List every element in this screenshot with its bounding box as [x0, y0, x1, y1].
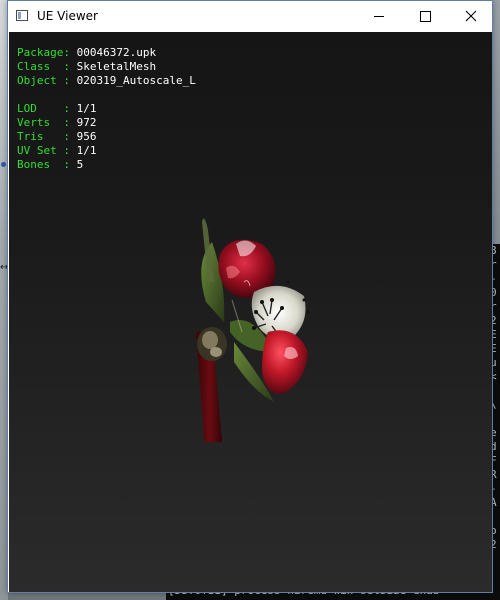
- bones-row: Bones : 5: [17, 158, 196, 172]
- mesh-info-panel: Package: 00046372.upk Class : SkeletalMe…: [17, 46, 196, 172]
- minimize-button[interactable]: [356, 1, 402, 31]
- class-row: Class : SkeletalMesh: [17, 60, 196, 74]
- maximize-button[interactable]: [402, 1, 448, 31]
- class-label: Class :: [17, 60, 70, 73]
- app-window-icon[interactable]: [16, 10, 28, 21]
- lod-value: 1/1: [76, 102, 97, 115]
- tris-row: Tris : 956: [17, 130, 196, 144]
- background-dot-icon: [1, 162, 6, 167]
- 3d-viewport[interactable]: Package: 00046372.upk Class : SkeletalMe…: [9, 32, 492, 592]
- lod-row: LOD : 1/1: [17, 102, 196, 116]
- object-value: 020319_Autoscale_L: [76, 74, 196, 87]
- maximize-icon: [419, 10, 431, 22]
- window-title: UE Viewer: [37, 9, 98, 23]
- tris-label: Tris :: [17, 130, 70, 143]
- package-value: 00046372.upk: [76, 46, 157, 59]
- title-bar[interactable]: UE Viewer: [8, 1, 492, 31]
- close-icon: [465, 10, 477, 22]
- object-label: Object :: [17, 74, 70, 87]
- mesh-red-petal-bottom: [262, 330, 308, 394]
- minimize-icon: [374, 15, 384, 17]
- uvset-value: 1/1: [76, 144, 97, 157]
- bones-value: 5: [76, 158, 84, 171]
- close-button[interactable]: [448, 1, 494, 31]
- package-label: Package:: [17, 46, 70, 59]
- skeletal-mesh-render[interactable]: [184, 182, 324, 442]
- class-value: SkeletalMesh: [76, 60, 157, 73]
- object-row: Object : 020319_Autoscale_L: [17, 74, 196, 88]
- verts-label: Verts :: [17, 116, 70, 129]
- uvset-row: UV Set : 1/1: [17, 144, 196, 158]
- verts-row: Verts : 972: [17, 116, 196, 130]
- lod-label: LOD :: [17, 102, 70, 115]
- bones-label: Bones :: [17, 158, 70, 171]
- tris-value: 956: [76, 130, 97, 143]
- uvset-label: UV Set :: [17, 144, 70, 157]
- ue-viewer-window[interactable]: UE Viewer Package: 00046372.upk Class : …: [7, 0, 493, 593]
- verts-value: 972: [76, 116, 97, 129]
- package-row: Package: 00046372.upk: [17, 46, 196, 60]
